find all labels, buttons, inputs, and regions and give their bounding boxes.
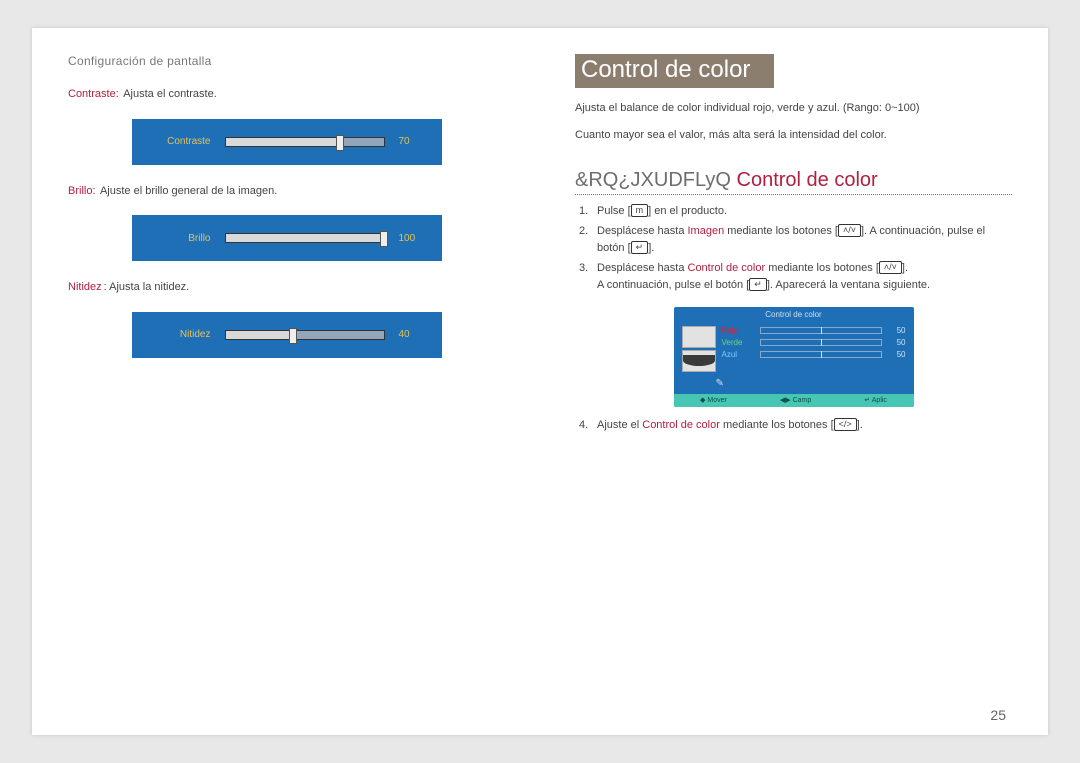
page-number: 25 xyxy=(32,701,1048,735)
bar[interactable] xyxy=(760,351,882,358)
right-column: Control de color Ajusta el balance de co… xyxy=(575,54,1012,691)
thumb-icon xyxy=(682,350,716,372)
step-2: Desplácese hasta Imagen mediante los bot… xyxy=(579,223,1012,258)
step-1: Pulse [m] en el producto. xyxy=(579,203,1012,221)
sub-heading: &RQ¿JXUDFLyQ Control de color xyxy=(575,169,1012,195)
panel-title: Control de color xyxy=(674,307,914,322)
row-azul: Azul 50 xyxy=(722,350,906,359)
slider-thumb[interactable] xyxy=(289,328,297,344)
menu-icon: m xyxy=(631,204,649,217)
intro-line-2: Cuanto mayor sea el valor, más alta será… xyxy=(575,127,1012,144)
leftright-icon: </> xyxy=(834,418,857,431)
row-rojo: Rojo 50 xyxy=(722,326,906,335)
nitidez-slider-value: 40 xyxy=(399,329,423,340)
brillo-desc: Ajuste el brillo general de la imagen. xyxy=(100,185,277,197)
subheading-accent: Control de color xyxy=(737,169,878,191)
brillo-slider: Brillo 100 xyxy=(132,215,442,261)
steps-list: Pulse [m] en el producto. Desplácese has… xyxy=(575,203,1012,297)
step-4: Ajuste el Control de color mediante los … xyxy=(579,417,1012,435)
panel-decoration-icon xyxy=(722,380,906,394)
bar[interactable] xyxy=(760,327,882,334)
slider-track[interactable] xyxy=(225,330,385,340)
slider-thumb[interactable] xyxy=(336,135,344,151)
nitidez-desc: Ajusta la nitidez. xyxy=(109,281,189,293)
footer-move: ◆ Mover xyxy=(700,396,727,404)
color-control-panel: Control de color Rojo 50 Verde xyxy=(674,307,914,407)
row-verde: Verde 50 xyxy=(722,338,906,347)
thumb-icon xyxy=(682,326,716,348)
nitidez-slider-label: Nitidez xyxy=(151,329,211,340)
slider-track[interactable] xyxy=(225,137,385,147)
page-header: Configuración de pantalla xyxy=(68,54,505,68)
subheading-prefix: &RQ¿JXUDFLyQ xyxy=(575,169,737,191)
step-3: Desplácese hasta Control de color median… xyxy=(579,260,1012,295)
enter-icon: ↵ xyxy=(631,241,649,254)
contrast-slider-value: 70 xyxy=(399,136,423,147)
contrast-desc: Ajusta el contraste. xyxy=(123,88,217,100)
panel-footer: ◆ Mover ◀▶ Camp ↵ Aplic xyxy=(674,394,914,407)
slider-track[interactable] xyxy=(225,233,385,243)
intro-line-1: Ajusta el balance de color individual ro… xyxy=(575,100,1012,117)
nitidez-paragraph: Nitidez: Ajusta la nitidez. xyxy=(68,279,505,296)
enter-icon: ↵ xyxy=(749,278,767,291)
contrast-paragraph: Contraste: Ajusta el contraste. xyxy=(68,86,505,103)
updown-icon: ˄/˅ xyxy=(879,261,902,274)
page: Configuración de pantalla Contraste: Aju… xyxy=(32,28,1048,735)
section-title: Control de color xyxy=(575,54,774,88)
brillo-slider-value: 100 xyxy=(399,233,423,244)
brillo-slider-label: Brillo xyxy=(151,233,211,244)
panel-rows: Rojo 50 Verde 50 Azul 50 xyxy=(722,326,906,372)
footer-apply: ↵ Aplic xyxy=(864,396,887,404)
panel-thumbnails xyxy=(682,326,716,372)
brillo-paragraph: Brillo: Ajuste el brillo general de la i… xyxy=(68,183,505,200)
left-column: Configuración de pantalla Contraste: Aju… xyxy=(68,54,505,691)
nitidez-slider: Nitidez 40 xyxy=(132,312,442,358)
updown-icon: ˄/˅ xyxy=(838,224,861,237)
steps-list-cont: Ajuste el Control de color mediante los … xyxy=(575,417,1012,437)
contrast-label: Contraste: xyxy=(68,88,119,100)
contrast-slider-label: Contraste xyxy=(151,136,211,147)
bar[interactable] xyxy=(760,339,882,346)
slider-thumb[interactable] xyxy=(380,231,388,247)
contrast-slider: Contraste 70 xyxy=(132,119,442,165)
brillo-label: Brillo: xyxy=(68,185,96,197)
footer-change: ◀▶ Camp xyxy=(780,396,811,404)
content-columns: Configuración de pantalla Contraste: Aju… xyxy=(32,28,1048,701)
nitidez-label: Nitidez xyxy=(68,281,102,293)
